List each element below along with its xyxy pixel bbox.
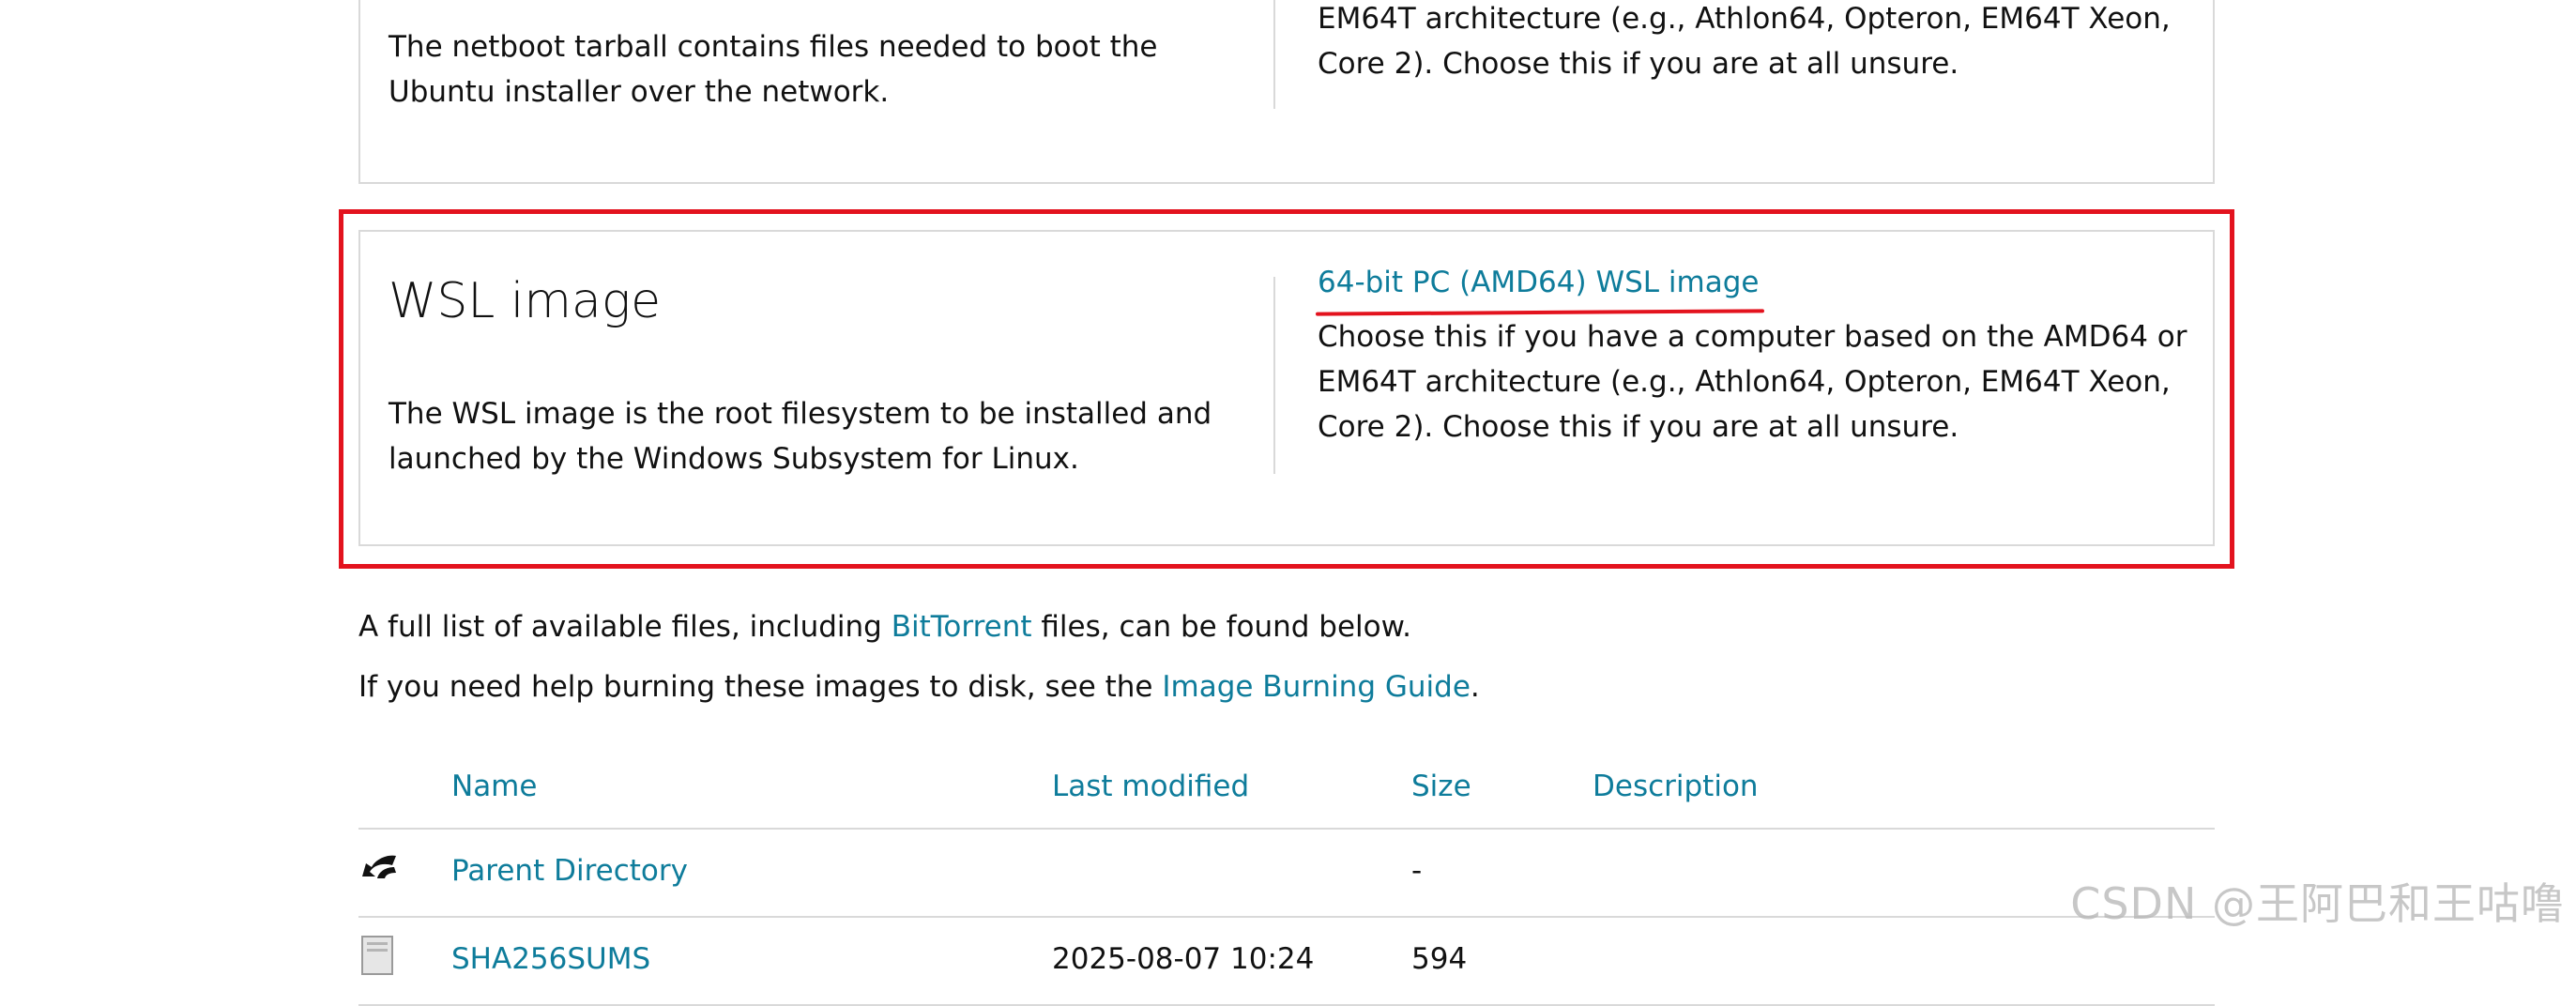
wsl-link-description: Choose this if you have a computer based…	[1318, 320, 2187, 444]
bittorrent-link[interactable]: BitTorrent	[892, 610, 1032, 644]
file-icon	[361, 936, 393, 975]
sort-by-description-header[interactable]: Description	[1593, 766, 1759, 807]
netboot-description: The netboot tarball contains files neede…	[389, 30, 1158, 109]
table-row[interactable]: SHA256SUMS 2025-08-07 10:24 594	[358, 918, 2215, 1006]
wsl-image-download-link[interactable]: 64-bit PC (AMD64) WSL image	[1315, 260, 1765, 316]
sha256sums-link[interactable]: SHA256SUMS	[451, 938, 650, 980]
info-text: If you need help burning these images to…	[358, 670, 1163, 704]
image-burning-guide-link[interactable]: Image Burning Guide	[1162, 670, 1471, 704]
netboot-arch-description: EM64T architecture (e.g., Athlon64, Opte…	[1318, 2, 2171, 81]
wsl-image-link-text: 64-bit PC (AMD64) WSL image	[1318, 266, 1760, 299]
sort-by-name-header[interactable]: Name	[451, 766, 537, 807]
wsl-image-card: WSL image The WSL image is the root file…	[358, 230, 2215, 546]
info-text: files, can be found below.	[1031, 610, 1411, 644]
parent-directory-link[interactable]: Parent Directory	[451, 850, 688, 892]
burning-guide-info: If you need help burning these images to…	[358, 666, 1480, 708]
size-cell: 594	[1411, 942, 1468, 976]
csdn-watermark: CSDN @王阿巴和王咕噜	[2070, 878, 2565, 929]
size-cell: -	[1411, 854, 1423, 888]
card-divider	[1273, 0, 1275, 109]
sort-by-last-modified-header[interactable]: Last modified	[1052, 766, 1249, 807]
table-header-row: Name Last modified Size Description	[358, 751, 2215, 830]
last-modified-cell: 2025-08-07 10:24	[1052, 942, 1315, 976]
file-list-info: A full list of available files, includin…	[358, 606, 1411, 648]
info-text: .	[1470, 670, 1480, 704]
wsl-card-description: The WSL image is the root filesystem to …	[389, 397, 1212, 476]
card-divider	[1273, 277, 1275, 474]
table-row[interactable]: Parent Directory -	[358, 830, 2215, 918]
wsl-card-title: WSL image	[389, 273, 662, 329]
netboot-card: The netboot tarball contains files neede…	[358, 0, 2215, 184]
info-text: A full list of available files, includin…	[358, 610, 892, 644]
back-arrow-icon	[362, 855, 396, 878]
file-listing-table: Name Last modified Size Description Pare…	[358, 751, 2215, 1006]
sort-by-size-header[interactable]: Size	[1411, 766, 1471, 807]
